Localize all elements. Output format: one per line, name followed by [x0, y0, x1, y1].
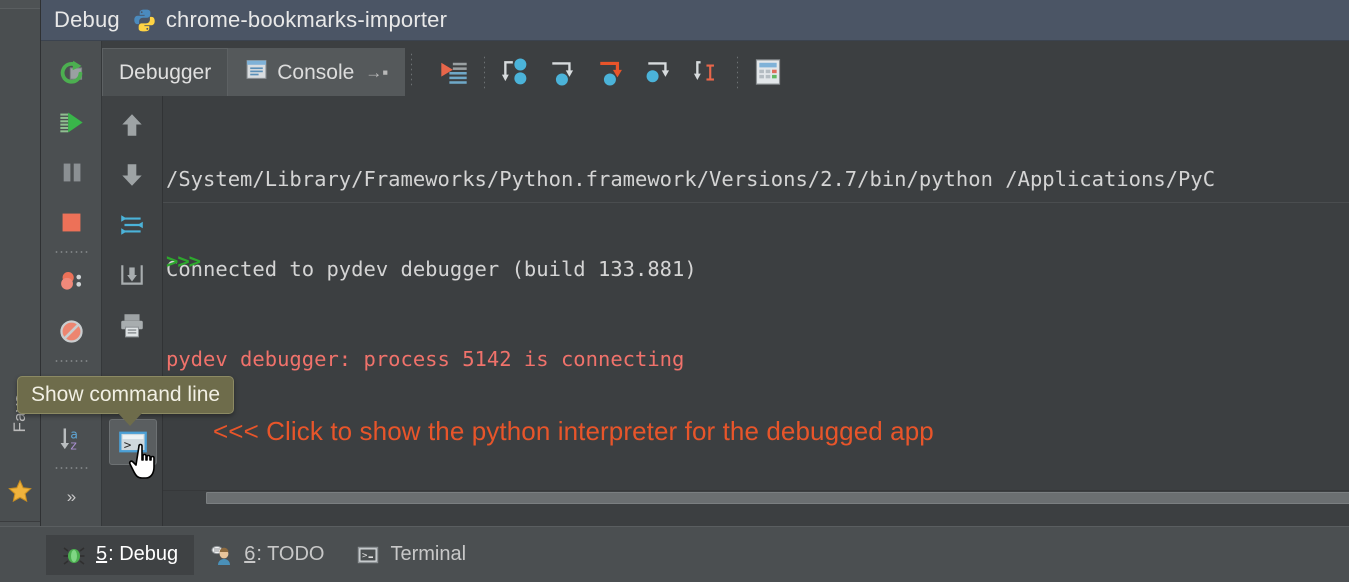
step-into-button[interactable] — [539, 50, 587, 94]
toolbar-separator — [484, 55, 485, 89]
scroll-down-button[interactable] — [110, 150, 154, 200]
status-bar-todo-label: : TODO — [256, 543, 324, 566]
rerun-button[interactable] — [49, 47, 93, 97]
show-execution-point-icon — [439, 57, 469, 87]
resume-program-icon — [57, 108, 86, 137]
console-output[interactable]: /System/Library/Frameworks/Python.framew… — [163, 96, 1349, 526]
bottom-tool-window-bar: 5 : Debug 6 : TODO > — [0, 526, 1349, 582]
annotation-text: <<< Click to show the python interpreter… — [213, 416, 934, 447]
toolbar-separator — [411, 52, 412, 86]
stop-icon — [57, 208, 86, 237]
rerun-icon — [57, 58, 86, 87]
tooltip-tail — [117, 412, 143, 426]
status-bar-todo-mnemonic: 6 — [244, 543, 255, 566]
force-step-into-icon — [596, 57, 626, 87]
mute-breakpoints-icon — [57, 317, 86, 346]
tab-debugger-label: Debugger — [119, 61, 211, 85]
pycharm-debug-window: Favo Debug chrome-bookmarks-importer — [0, 0, 1349, 582]
scroll-up-button[interactable] — [110, 100, 154, 150]
evaluate-expression-button[interactable] — [744, 50, 792, 94]
run-to-cursor-icon — [692, 57, 722, 87]
pause-program-icon — [57, 158, 86, 187]
view-breakpoints-icon — [57, 267, 86, 296]
favorites-star-icon[interactable] — [7, 478, 33, 504]
svg-text:>: > — [362, 551, 368, 561]
svg-text:z: z — [70, 438, 76, 452]
console-line: /System/Library/Frameworks/Python.framew… — [166, 164, 1349, 194]
status-bar-debug-mnemonic: 5 — [96, 543, 107, 566]
toolbar-separator — [737, 55, 738, 89]
status-bar-item-todo[interactable]: 6 : TODO — [194, 535, 340, 575]
debug-tool-window: a z » Debugger — [41, 41, 1349, 526]
scroll-to-end-button[interactable] — [110, 250, 154, 300]
soft-wrap-button[interactable] — [110, 200, 154, 250]
terminal-icon: > — [356, 543, 380, 567]
force-step-into-button[interactable] — [587, 50, 635, 94]
toolbar-separator — [54, 463, 88, 472]
status-bar-item-terminal[interactable]: > Terminal — [340, 535, 482, 575]
debug-window-title-bar: Debug chrome-bookmarks-importer — [41, 0, 1349, 41]
step-out-button[interactable] — [635, 50, 683, 94]
sort-alphabetically-button[interactable]: a z — [49, 413, 93, 463]
project-name: chrome-bookmarks-importer — [166, 7, 447, 33]
show-execution-point-button[interactable] — [430, 50, 478, 94]
tab-console[interactable]: Console →▪ — [228, 48, 405, 96]
debug-bug-icon — [62, 543, 86, 567]
toolbar-separator — [54, 356, 88, 365]
console-line-list: /System/Library/Frameworks/Python.framew… — [166, 104, 1349, 434]
tab-debugger[interactable]: Debugger — [102, 48, 228, 96]
scroll-to-end-icon — [118, 261, 146, 289]
print-icon — [118, 311, 146, 339]
console-horizontal-scrollbar[interactable] — [163, 490, 1349, 506]
sort-alphabetically-icon: a z — [57, 424, 86, 453]
python-icon — [132, 8, 157, 33]
console-prompt: >>> — [166, 249, 200, 273]
scrollbar-thumb[interactable] — [206, 492, 1349, 504]
toolbar-overflow-button[interactable]: » — [49, 472, 93, 522]
status-bar-terminal-label: Terminal — [390, 543, 466, 566]
chevron-double-right-icon: » — [67, 487, 75, 507]
console-divider — [163, 202, 1349, 203]
step-out-icon — [644, 57, 674, 87]
view-breakpoints-button[interactable] — [49, 256, 93, 306]
tooltip: Show command line — [17, 376, 234, 414]
step-into-icon — [548, 57, 578, 87]
status-bar-debug-label: : Debug — [108, 543, 178, 566]
stop-button[interactable] — [49, 197, 93, 247]
run-to-cursor-button[interactable] — [683, 50, 731, 94]
resume-program-button[interactable] — [49, 97, 93, 147]
console-line: Connected to pydev debugger (build 133.8… — [166, 254, 1349, 284]
console-icon — [245, 58, 268, 87]
tooltip-text: Show command line — [31, 383, 220, 407]
mute-breakpoints-button[interactable] — [49, 306, 93, 356]
step-over-button[interactable] — [491, 50, 539, 94]
soft-wrap-icon — [118, 211, 146, 239]
run-actions-toolbar: a z » — [41, 41, 102, 526]
status-bar-item-debug[interactable]: 5 : Debug — [46, 535, 194, 575]
tab-console-label: Console — [277, 61, 354, 85]
console-line: pydev debugger: process 5142 is connecti… — [166, 344, 1349, 374]
debugger-step-toolbar — [418, 48, 792, 96]
pause-program-button[interactable] — [49, 147, 93, 197]
tab-detach-icon[interactable]: →▪ — [365, 63, 388, 83]
arrow-up-icon — [118, 111, 146, 139]
mouse-cursor-hand — [128, 442, 162, 484]
arrow-down-icon — [118, 161, 146, 189]
left-tool-strip: Favo — [0, 0, 41, 582]
todo-person-icon — [210, 543, 234, 567]
evaluate-expression-icon — [753, 57, 783, 87]
debug-tabs-row: Debugger Console →▪ — [102, 41, 1349, 97]
toolbar-separator — [54, 247, 88, 256]
step-over-icon — [500, 57, 530, 87]
print-button[interactable] — [110, 300, 154, 350]
page-title: Debug — [54, 7, 120, 33]
